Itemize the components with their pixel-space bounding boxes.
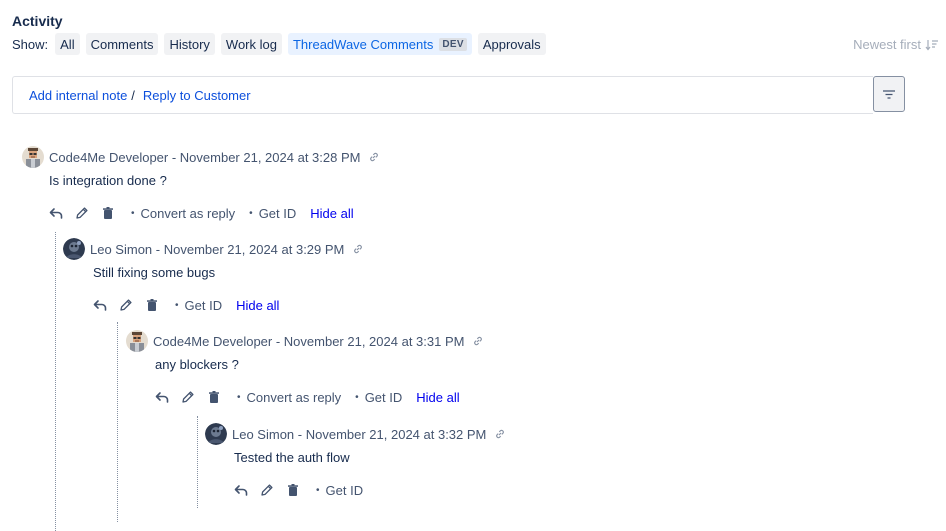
comment-body: Is integration done ?	[49, 173, 167, 188]
leo-avatar	[205, 423, 227, 445]
link-icon[interactable]	[472, 335, 484, 347]
reply-icon[interactable]	[49, 206, 63, 220]
get-id-link[interactable]: Get ID	[326, 483, 364, 498]
filter-approvals-label: Approvals	[482, 36, 541, 52]
comment-header: Code4Me Developer - November 21, 2024 at…	[22, 145, 380, 169]
reply-icon[interactable]	[155, 390, 169, 404]
comment-date: November 21, 2024 at 3:29 PM	[163, 241, 345, 257]
filter-worklog-button[interactable]: Work log	[220, 33, 282, 55]
comment-meta: Leo Simon - November 21, 2024 at 3:29 PM	[90, 241, 345, 257]
delete-icon[interactable]	[101, 206, 115, 220]
reply-to-customer-link[interactable]: Reply to Customer	[143, 88, 251, 103]
filter-all-button[interactable]: All	[55, 33, 80, 55]
bullet-separator: •	[355, 391, 359, 403]
comment-body: Still fixing some bugs	[93, 265, 216, 280]
comment-date: November 21, 2024 at 3:31 PM	[283, 333, 465, 349]
reply-icon[interactable]	[234, 483, 248, 497]
thread-line-level-3	[197, 416, 198, 508]
hide-all-link[interactable]: Hide all	[236, 298, 279, 313]
link-icon[interactable]	[494, 428, 506, 440]
comment-meta: Leo Simon - November 21, 2024 at 3:32 PM	[232, 426, 487, 442]
comment-meta: Code4Me Developer - November 21, 2024 at…	[49, 149, 361, 165]
comment-header: Leo Simon - November 21, 2024 at 3:32 PM	[205, 422, 506, 446]
comment-item: Leo Simon - November 21, 2024 at 3:29 PM…	[63, 237, 364, 315]
delete-icon[interactable]	[286, 483, 300, 497]
filter-lines-icon	[883, 89, 895, 99]
filter-worklog-label: Work log	[225, 36, 277, 52]
edit-icon[interactable]	[119, 298, 133, 312]
filter-approvals-button[interactable]: Approvals	[477, 33, 546, 55]
hide-all-link[interactable]: Hide all	[416, 390, 459, 405]
delete-icon[interactable]	[145, 298, 159, 312]
add-internal-note-link[interactable]: Add internal note	[29, 88, 127, 103]
show-filter-row: Show: All Comments History Work log Thre…	[12, 33, 552, 55]
comment-date: November 21, 2024 at 3:28 PM	[179, 149, 361, 165]
dev-badge: DEV	[439, 37, 467, 51]
get-id-link[interactable]: Get ID	[259, 206, 297, 221]
filter-all-label: All	[60, 36, 75, 52]
comment-actions: • Get ID Hide all	[93, 295, 364, 315]
filter-threadwave-label: ThreadWave Comments	[292, 36, 434, 52]
comment-body: any blockers ?	[155, 357, 239, 372]
edit-icon[interactable]	[181, 390, 195, 404]
sort-label: Newest first	[853, 37, 921, 52]
filter-history-button[interactable]: History	[164, 33, 215, 55]
delete-icon[interactable]	[207, 390, 221, 404]
comment-body: Tested the auth flow	[234, 450, 350, 465]
bullet-separator: •	[131, 207, 135, 219]
reply-separator: /	[131, 87, 135, 103]
comment-author[interactable]: Code4Me Developer	[153, 334, 272, 349]
get-id-link[interactable]: Get ID	[365, 390, 403, 405]
activity-title: Activity	[12, 13, 63, 29]
bullet-separator: •	[237, 391, 241, 403]
filter-comments-label: Comments	[90, 36, 154, 52]
show-label: Show:	[12, 36, 49, 52]
developer-avatar	[126, 330, 148, 352]
comment-author[interactable]: Leo Simon	[232, 427, 294, 442]
bullet-separator: •	[316, 484, 320, 496]
bullet-separator: •	[175, 299, 179, 311]
comment-meta: Code4Me Developer - November 21, 2024 at…	[153, 333, 465, 349]
convert-as-reply-link[interactable]: Convert as reply	[247, 390, 342, 405]
convert-as-reply-link[interactable]: Convert as reply	[141, 206, 236, 221]
comment-author[interactable]: Code4Me Developer	[49, 150, 168, 165]
leo-avatar	[63, 238, 85, 260]
sort-newest-first-button[interactable]: Newest first	[853, 37, 938, 52]
edit-icon[interactable]	[260, 483, 274, 497]
hide-all-link[interactable]: Hide all	[310, 206, 353, 221]
filter-history-label: History	[169, 36, 210, 52]
comment-actions: • Convert as reply • Get ID Hide all	[155, 387, 484, 407]
edit-icon[interactable]	[75, 206, 89, 220]
comment-item: Code4Me Developer - November 21, 2024 at…	[22, 145, 380, 223]
filter-threadwave-button[interactable]: ThreadWave Comments DEV	[287, 33, 472, 55]
comment-item: Leo Simon - November 21, 2024 at 3:32 PM…	[205, 422, 506, 500]
comment-date: November 21, 2024 at 3:32 PM	[305, 426, 487, 442]
sort-descending-icon	[925, 39, 938, 50]
comment-author[interactable]: Leo Simon	[90, 242, 152, 257]
comment-header: Leo Simon - November 21, 2024 at 3:29 PM	[63, 237, 364, 261]
thread-line-level-1	[55, 232, 56, 531]
comment-actions: • Convert as reply • Get ID Hide all	[49, 203, 380, 223]
link-icon[interactable]	[368, 151, 380, 163]
comment-header: Code4Me Developer - November 21, 2024 at…	[126, 329, 484, 353]
comment-item: Code4Me Developer - November 21, 2024 at…	[126, 329, 484, 407]
link-icon[interactable]	[352, 243, 364, 255]
reply-box: Add internal note / Reply to Customer	[12, 76, 873, 114]
developer-avatar	[22, 146, 44, 168]
reply-icon[interactable]	[93, 298, 107, 312]
bullet-separator: •	[249, 207, 253, 219]
thread-line-level-2	[117, 322, 118, 522]
get-id-link[interactable]: Get ID	[185, 298, 223, 313]
filter-options-button[interactable]	[873, 76, 905, 112]
filter-comments-button[interactable]: Comments	[85, 33, 159, 55]
comment-actions: • Get ID	[234, 480, 506, 500]
